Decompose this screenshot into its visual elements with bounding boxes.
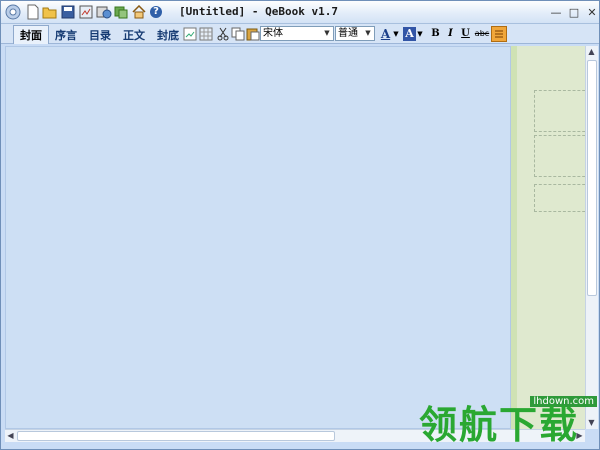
section-tabs: 封面 序言 目录 正文 封底 bbox=[13, 25, 185, 44]
font-family-value: 宋体 bbox=[263, 28, 283, 39]
app-menu-icon[interactable] bbox=[5, 4, 21, 20]
chevron-down-icon: ▼ bbox=[365, 29, 371, 37]
preview-placeholder-box[interactable] bbox=[534, 135, 590, 177]
window-title: [Untitled] - QeBook v1.7 bbox=[179, 5, 338, 18]
strikethrough-button[interactable]: abc bbox=[473, 27, 491, 41]
tab-preface[interactable]: 序言 bbox=[49, 25, 83, 44]
watermark-text: 领航下载 bbox=[419, 403, 580, 447]
copy-icon[interactable] bbox=[230, 26, 246, 42]
tab-body[interactable]: 正文 bbox=[117, 25, 151, 44]
style-palette-icon[interactable] bbox=[491, 26, 507, 42]
vertical-scroll-thumb[interactable] bbox=[587, 60, 597, 296]
chevron-down-icon[interactable]: ▼ bbox=[392, 27, 400, 41]
cut-icon[interactable] bbox=[215, 26, 231, 42]
vertical-scrollbar[interactable]: ▲ ▼ bbox=[585, 46, 598, 429]
tab-cover[interactable]: 封面 bbox=[13, 25, 49, 44]
title-bar: ? [Untitled] - QeBook v1.7 — □ ✕ bbox=[1, 1, 599, 24]
close-button[interactable]: ✕ bbox=[585, 5, 599, 19]
font-size-value: 普通 bbox=[338, 28, 358, 39]
save-icon[interactable] bbox=[60, 4, 76, 20]
page-preview-panel bbox=[511, 46, 590, 429]
preview-placeholder-box[interactable] bbox=[534, 90, 590, 132]
tab-contents[interactable]: 目录 bbox=[83, 25, 117, 44]
maximize-button[interactable]: □ bbox=[567, 5, 581, 19]
italic-button[interactable]: I bbox=[444, 27, 457, 41]
export-icon[interactable] bbox=[113, 4, 129, 20]
compile-icon[interactable] bbox=[96, 4, 112, 20]
underline-button[interactable]: U bbox=[459, 27, 472, 41]
highlight-color-button[interactable]: A bbox=[403, 27, 416, 41]
home-icon[interactable] bbox=[131, 4, 147, 20]
insert-image-icon[interactable] bbox=[182, 26, 198, 42]
tab-back-cover[interactable]: 封底 bbox=[151, 25, 185, 44]
preview-icon[interactable] bbox=[78, 4, 94, 20]
preview-placeholder-box[interactable] bbox=[534, 184, 590, 212]
paste-icon[interactable] bbox=[245, 26, 261, 42]
chevron-down-icon: ▼ bbox=[324, 29, 330, 37]
minimize-button[interactable]: — bbox=[549, 5, 563, 19]
horizontal-scroll-thumb[interactable] bbox=[17, 431, 335, 441]
help-glyph: ? bbox=[153, 6, 159, 17]
new-file-icon[interactable] bbox=[25, 4, 41, 20]
editor-canvas[interactable] bbox=[5, 46, 511, 429]
font-family-select[interactable]: 宋体 ▼ bbox=[260, 26, 334, 41]
scroll-left-icon[interactable]: ◀ bbox=[5, 430, 16, 442]
font-size-select[interactable]: 普通 ▼ bbox=[335, 26, 375, 41]
help-icon[interactable]: ? bbox=[148, 4, 164, 20]
font-color-button[interactable]: A bbox=[379, 27, 392, 41]
bold-button[interactable]: B bbox=[429, 27, 442, 41]
site-watermark: lhdown.com 领航下载 bbox=[419, 396, 599, 448]
chevron-down-icon[interactable]: ▼ bbox=[416, 27, 424, 41]
insert-table-icon[interactable] bbox=[198, 26, 214, 42]
scroll-up-icon[interactable]: ▲ bbox=[586, 46, 597, 58]
app-window: ? [Untitled] - QeBook v1.7 — □ ✕ 封面 序言 目… bbox=[0, 0, 600, 450]
open-folder-icon[interactable] bbox=[42, 4, 58, 20]
toolbar: 封面 序言 目录 正文 封底 宋体 ▼ 普通 ▼ A ▼ A ▼ B I U a… bbox=[1, 24, 599, 44]
